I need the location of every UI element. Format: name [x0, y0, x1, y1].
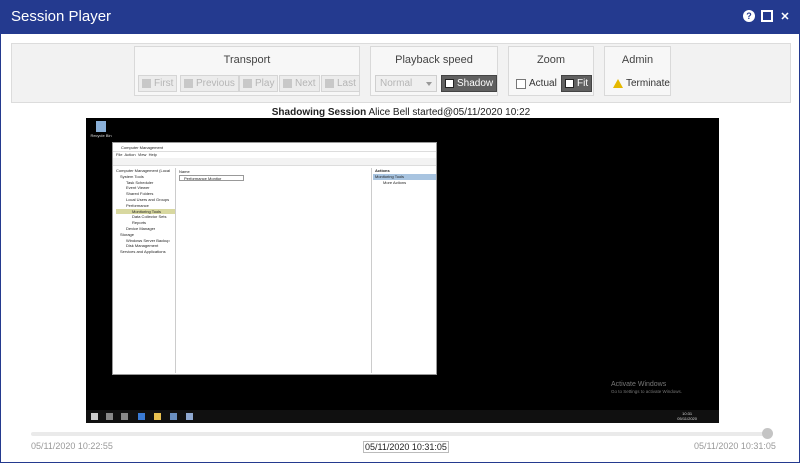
play-icon [243, 79, 252, 88]
play-button[interactable]: Play [239, 75, 279, 92]
zoom-title: Zoom [536, 54, 566, 66]
remote-desktop-view[interactable]: Recycle Bin Computer Management File Act… [86, 118, 719, 423]
speed-select[interactable]: Normal [375, 75, 437, 92]
transport-title: Transport [223, 54, 271, 66]
playback-speed-group: Playback speed Normal Shadow [370, 46, 498, 96]
recycle-bin: Recycle Bin [90, 121, 112, 138]
mmc-content-item: Performance Monitor [179, 175, 244, 181]
chevron-down-icon [426, 82, 432, 86]
mmc-toolbar [113, 158, 436, 166]
mmc-tree: Computer Management (Local System Tools … [114, 168, 176, 373]
admin-title: Admin [621, 54, 654, 66]
time-end: 05/11/2020 10:31:05 [694, 441, 776, 451]
computer-management-window: Computer Management File Action View Hel… [112, 142, 437, 375]
window-title: Session Player [11, 8, 112, 25]
shadow-icon [445, 79, 454, 88]
previous-button[interactable]: Previous [180, 75, 239, 92]
recycle-bin-icon [96, 121, 106, 132]
transport-group: Transport First Previous Play Next Last [134, 46, 360, 96]
remote-clock: 10:31 05/11/2020 [677, 411, 697, 421]
next-icon [283, 79, 292, 88]
actual-toggle[interactable]: Actual [513, 75, 560, 92]
maximize-icon[interactable] [761, 10, 773, 22]
session-player-window: Session Player ? ✕ Transport First Previ… [0, 0, 800, 463]
window-controls: ? ✕ [743, 10, 791, 23]
help-icon[interactable]: ? [743, 10, 755, 22]
zoom-group: Zoom Actual Fit [508, 46, 594, 96]
time-current: 05/11/2020 10:31:05 [363, 441, 449, 453]
shadow-button[interactable]: Shadow [441, 75, 498, 92]
remote-taskbar: 10:31 05/11/2020 [86, 410, 719, 423]
time-start: 05/11/2020 10:22:55 [31, 441, 113, 451]
fit-icon [565, 79, 574, 88]
mmc-actions: Actions Monitoring Tools More Actions [373, 168, 436, 373]
mmc-content: Name Performance Monitor [177, 168, 372, 373]
player-toolbar: Transport First Previous Play Next Last … [11, 43, 791, 103]
first-button[interactable]: First [138, 75, 178, 92]
actual-checkbox[interactable] [516, 78, 526, 89]
skip-last-icon [325, 79, 334, 88]
next-button[interactable]: Next [279, 75, 320, 92]
playback-speed-title: Playback speed [395, 54, 473, 66]
fit-button[interactable]: Fit [561, 75, 593, 92]
server-manager-icon [170, 413, 177, 420]
admin-group: Admin Terminate [604, 46, 671, 96]
browser-icon [138, 413, 145, 420]
close-icon[interactable]: ✕ [779, 10, 791, 23]
session-caption: Shadowing Session Alice Bell started@05/… [1, 107, 800, 118]
warning-icon [613, 79, 623, 88]
task-view-icon [121, 413, 128, 420]
timeline-handle[interactable] [761, 428, 773, 439]
session-heading: Shadowing Session [271, 107, 367, 118]
session-description: Alice Bell started@05/11/2020 10:22 [368, 107, 531, 118]
previous-icon [184, 79, 193, 88]
start-icon [91, 413, 98, 420]
title-bar: Session Player ? ✕ [1, 1, 799, 34]
activate-watermark: Activate Windows Go to Settings to activ… [611, 381, 683, 394]
terminate-button[interactable]: Terminate [610, 75, 673, 92]
mmc-title: Computer Management [113, 143, 436, 152]
search-icon [106, 413, 113, 420]
last-button[interactable]: Last [321, 75, 360, 92]
skip-first-icon [142, 79, 151, 88]
timeline-track[interactable] [31, 432, 768, 436]
folder-icon [154, 413, 161, 420]
computer-management-icon [186, 413, 193, 420]
